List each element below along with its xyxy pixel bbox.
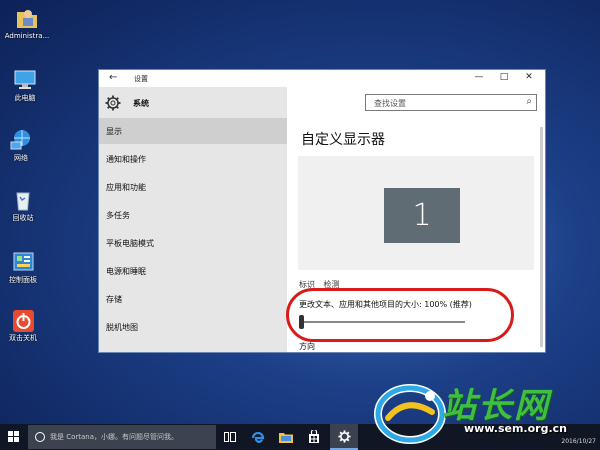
desktop-icon-shutdown[interactable]: 双击关机 — [0, 308, 50, 343]
desktop-icon-control-panel[interactable]: 控制面板 — [0, 250, 50, 285]
control-panel-icon — [10, 250, 36, 274]
watermark-logo-icon — [374, 384, 446, 444]
desktop-icon-network[interactable]: 网络 — [0, 128, 48, 163]
display-preview: 1 — [298, 156, 534, 270]
sidebar-item-multitasking[interactable]: 多任务 — [99, 202, 287, 228]
sidebar-item-display[interactable]: 显示 — [99, 118, 287, 144]
sidebar-item-power-sleep[interactable]: 电源和睡眠 — [99, 258, 287, 284]
sidebar: 系统 显示 通知和操作 应用和功能 多任务 平板电脑模式 电源和睡眠 存储 脱机… — [99, 87, 287, 352]
start-button[interactable] — [0, 424, 28, 450]
cortana-icon — [35, 432, 45, 442]
search-input[interactable]: 查找设置 ⌕ — [365, 94, 537, 111]
desktop-icon-recycle-bin[interactable]: 回收站 — [0, 188, 50, 223]
highlight-circle — [286, 288, 514, 342]
minimize-button[interactable]: — — [470, 72, 488, 85]
watermark-word: 站长网 — [442, 386, 550, 426]
windows-logo-icon — [8, 431, 20, 443]
content-scrollbar[interactable] — [540, 127, 543, 347]
power-icon — [10, 308, 36, 332]
user-folder-icon — [14, 6, 40, 30]
computer-icon — [12, 68, 38, 92]
back-arrow-icon[interactable]: ← — [109, 72, 117, 83]
monitor-tile[interactable]: 1 — [384, 188, 460, 243]
sidebar-item-tablet-mode[interactable]: 平板电脑模式 — [99, 230, 287, 256]
task-view-icon[interactable] — [216, 424, 244, 450]
network-globe-icon — [8, 128, 34, 152]
cortana-text: 我是 Cortana，小娜。有问题尽管问我。 — [50, 433, 179, 441]
title-bar: ← 设置 — □ ✕ — [99, 70, 545, 87]
close-button[interactable]: ✕ — [520, 72, 538, 85]
desktop-icon-user[interactable]: Administra... — [0, 6, 54, 41]
gear-icon — [105, 95, 121, 111]
sidebar-item-notifications[interactable]: 通知和操作 — [99, 146, 287, 172]
cortana-search-box[interactable]: 我是 Cortana，小娜。有问题尽管问我。 — [28, 425, 216, 449]
watermark-url: www.sem.org.cn — [464, 422, 567, 435]
store-icon[interactable] — [300, 424, 328, 450]
page-title: 自定义显示器 — [301, 132, 385, 148]
recycle-bin-icon — [10, 188, 36, 212]
window-title: 设置 — [134, 75, 148, 83]
desktop-icon-this-pc[interactable]: 此电脑 — [0, 68, 52, 103]
sidebar-item-storage[interactable]: 存储 — [99, 286, 287, 312]
maximize-button[interactable]: □ — [495, 72, 513, 85]
settings-taskbar-icon[interactable] — [330, 424, 358, 450]
orientation-label: 方向 — [299, 342, 315, 351]
edge-browser-icon[interactable] — [244, 424, 272, 450]
site-watermark: 站长网 www.sem.org.cn — [372, 378, 600, 448]
search-icon[interactable]: ⌕ — [526, 96, 532, 107]
sidebar-item-apps-features[interactable]: 应用和功能 — [99, 174, 287, 200]
search-placeholder: 查找设置 — [374, 99, 406, 108]
file-explorer-icon[interactable] — [272, 424, 300, 450]
sidebar-item-offline-maps[interactable]: 脱机地图 — [99, 314, 287, 340]
